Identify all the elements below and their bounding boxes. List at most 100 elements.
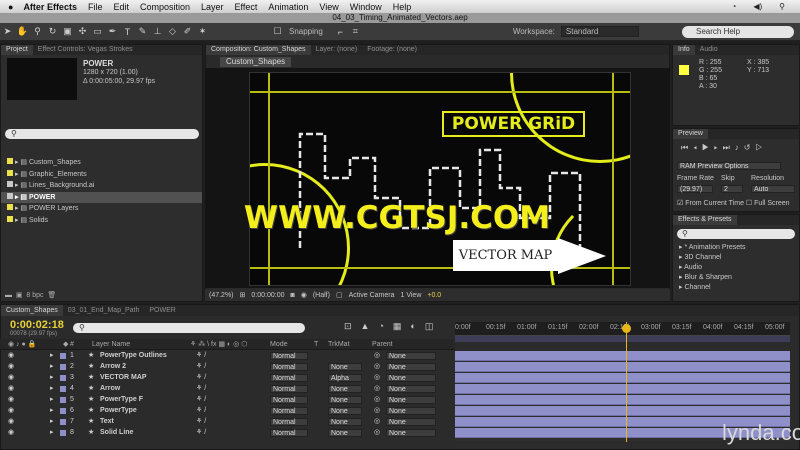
expand-icon[interactable]: ▸: [50, 417, 54, 427]
expand-icon[interactable]: ▸: [50, 373, 54, 383]
layer-duration-bar[interactable]: [455, 373, 790, 383]
full-screen-checkbox[interactable]: ☐: [746, 200, 752, 207]
layer-mode-select[interactable]: Normal: [270, 352, 308, 360]
camera-tool-icon[interactable]: ▣: [60, 25, 75, 39]
layer-parent-select[interactable]: None: [386, 374, 436, 382]
pen-tool-icon[interactable]: ✒: [105, 25, 120, 39]
tab-preview[interactable]: Preview: [673, 129, 708, 139]
layer-name[interactable]: Solid Line: [100, 428, 133, 438]
project-item[interactable]: ▸ ▤ Custom_Shapes: [1, 157, 202, 169]
layer-switches[interactable]: ⚘ /: [196, 406, 206, 416]
menu-effect[interactable]: Effect: [235, 2, 258, 12]
project-item[interactable]: ▸ ▤ POWER: [1, 191, 202, 203]
layer-row[interactable]: ◉ ▸ 4 ★ Arrow ⚘ / Normal None ◎ None: [0, 384, 455, 394]
menu-file[interactable]: File: [88, 2, 103, 12]
spotlight-icon[interactable]: ⚲: [779, 2, 785, 11]
layer-switches[interactable]: ⚘ /: [196, 351, 206, 361]
project-item[interactable]: ▸ ▤ POWER Layers: [1, 203, 202, 215]
project-item[interactable]: ▸ ▤ Graphic_Elements: [1, 169, 202, 181]
layer-name[interactable]: PowerType: [100, 406, 137, 416]
effects-category[interactable]: ▸ Channel: [679, 283, 746, 293]
layer-label-swatch[interactable]: [60, 386, 66, 392]
effects-category[interactable]: ▸ 3D Channel: [679, 253, 746, 263]
trkmat-header[interactable]: TrkMat: [328, 339, 350, 350]
resolution-select[interactable]: Auto: [751, 185, 795, 193]
pickwhip-icon[interactable]: ◎: [374, 384, 380, 394]
layer-duration-bar[interactable]: [455, 384, 790, 394]
volume-icon[interactable]: ◀): [753, 2, 762, 11]
layer-row[interactable]: ◉ ▸ 7 ★ Text ⚘ / Normal None ◎ None: [0, 417, 455, 427]
effects-category[interactable]: ▸ Audio: [679, 263, 746, 273]
menu-help[interactable]: Help: [393, 2, 412, 12]
tab-layer[interactable]: Layer: (none): [311, 45, 363, 55]
layer-duration-bar[interactable]: [455, 351, 790, 361]
layer-switches[interactable]: ⚘ /: [196, 395, 206, 405]
timeline-timecode[interactable]: 0:00:02:18: [10, 319, 64, 331]
brush-tool-icon[interactable]: ✎: [135, 25, 150, 39]
layer-parent-select[interactable]: None: [386, 396, 436, 404]
comp-timecode[interactable]: 0:00:00:00: [251, 292, 284, 299]
layer-name[interactable]: VECTOR MAP: [100, 373, 147, 383]
tab-effects-presets[interactable]: Effects & Presets: [673, 215, 737, 225]
menu-window[interactable]: Window: [350, 2, 382, 12]
layer-name[interactable]: PowerType Outlines: [100, 351, 167, 361]
play-icon[interactable]: ▶: [702, 143, 714, 152]
layer-mode-select[interactable]: Normal: [270, 418, 308, 426]
layer-row[interactable]: ◉ ▸ 8 ★ Solid Line ⚘ / Normal None ◎ None: [0, 428, 455, 438]
menu-layer[interactable]: Layer: [201, 2, 224, 12]
shy-icon[interactable]: ◔: [378, 321, 392, 331]
puppet-tool-icon[interactable]: ✶: [195, 25, 210, 39]
effects-category[interactable]: ▸ * Animation Presets: [679, 243, 746, 253]
tab-footage[interactable]: Footage: (none): [362, 45, 422, 55]
magnification-select[interactable]: (47.2%): [209, 292, 234, 299]
visibility-icon[interactable]: ◉: [8, 417, 14, 427]
layer-mode-select[interactable]: Normal: [270, 363, 308, 371]
layer-trkmat-select[interactable]: None: [328, 396, 362, 404]
playhead-icon[interactable]: [622, 324, 631, 333]
current-time-indicator[interactable]: [626, 322, 627, 442]
pickwhip-icon[interactable]: ◎: [374, 362, 380, 372]
layer-parent-select[interactable]: None: [386, 352, 436, 360]
folder-icon[interactable]: ▬: [5, 292, 12, 299]
trash-icon[interactable]: 🗑: [47, 292, 56, 299]
tab-audio[interactable]: Audio: [695, 45, 723, 55]
parent-header[interactable]: Parent: [372, 339, 393, 350]
menu-view[interactable]: View: [319, 2, 338, 12]
layer-mode-select[interactable]: Normal: [270, 385, 308, 393]
snap-icon[interactable]: ⌐: [333, 25, 348, 39]
tab-project[interactable]: Project: [1, 45, 33, 55]
layer-label-swatch[interactable]: [60, 397, 66, 403]
layer-trkmat-select[interactable]: None: [328, 429, 362, 437]
layer-name[interactable]: Text: [100, 417, 114, 427]
layer-parent-select[interactable]: None: [386, 407, 436, 415]
expand-icon[interactable]: ▸: [50, 428, 54, 438]
snap-grid-icon[interactable]: ⌗: [348, 25, 363, 39]
prev-frame-icon[interactable]: ◂: [693, 143, 702, 152]
pickwhip-icon[interactable]: ◎: [374, 417, 380, 427]
layer-duration-bar[interactable]: [455, 395, 790, 405]
last-frame-icon[interactable]: ⏭: [723, 143, 735, 152]
layer-row[interactable]: ◉ ▸ 2 ★ Arrow 2 ⚘ / Normal None ◎ None: [0, 362, 455, 372]
audio-icon[interactable]: ♪: [735, 143, 744, 152]
pickwhip-icon[interactable]: ◎: [374, 351, 380, 361]
tab-composition[interactable]: Composition: Custom_Shapes: [206, 45, 311, 55]
tab-timeline-power[interactable]: POWER: [144, 305, 180, 316]
pickwhip-icon[interactable]: ◎: [374, 406, 380, 416]
layer-trkmat-select[interactable]: Alpha: [328, 374, 362, 382]
layer-row[interactable]: ◉ ▸ 1 ★ PowerType Outlines ⚘ / Normal ◎ None: [0, 351, 455, 361]
layer-trkmat-select[interactable]: None: [328, 418, 362, 426]
pan-behind-tool-icon[interactable]: ✣: [75, 25, 90, 39]
layer-label-swatch[interactable]: [60, 419, 66, 425]
snapshot-icon[interactable]: ◙: [290, 292, 294, 299]
layer-mode-select[interactable]: Normal: [270, 396, 308, 404]
menu-animation[interactable]: Animation: [268, 2, 308, 12]
selection-tool-icon[interactable]: ➤: [0, 25, 15, 39]
first-frame-icon[interactable]: ⏮: [681, 143, 693, 152]
visibility-icon[interactable]: ◉: [8, 351, 14, 361]
layer-parent-select[interactable]: None: [386, 429, 436, 437]
snapping-checkbox[interactable]: ☐: [270, 25, 285, 39]
comp-subtab[interactable]: Custom_Shapes: [220, 57, 292, 67]
project-item[interactable]: ▸ ▤ Solids: [1, 215, 202, 227]
layer-trkmat-select[interactable]: None: [328, 363, 362, 371]
layer-name[interactable]: Arrow 2: [100, 362, 126, 372]
